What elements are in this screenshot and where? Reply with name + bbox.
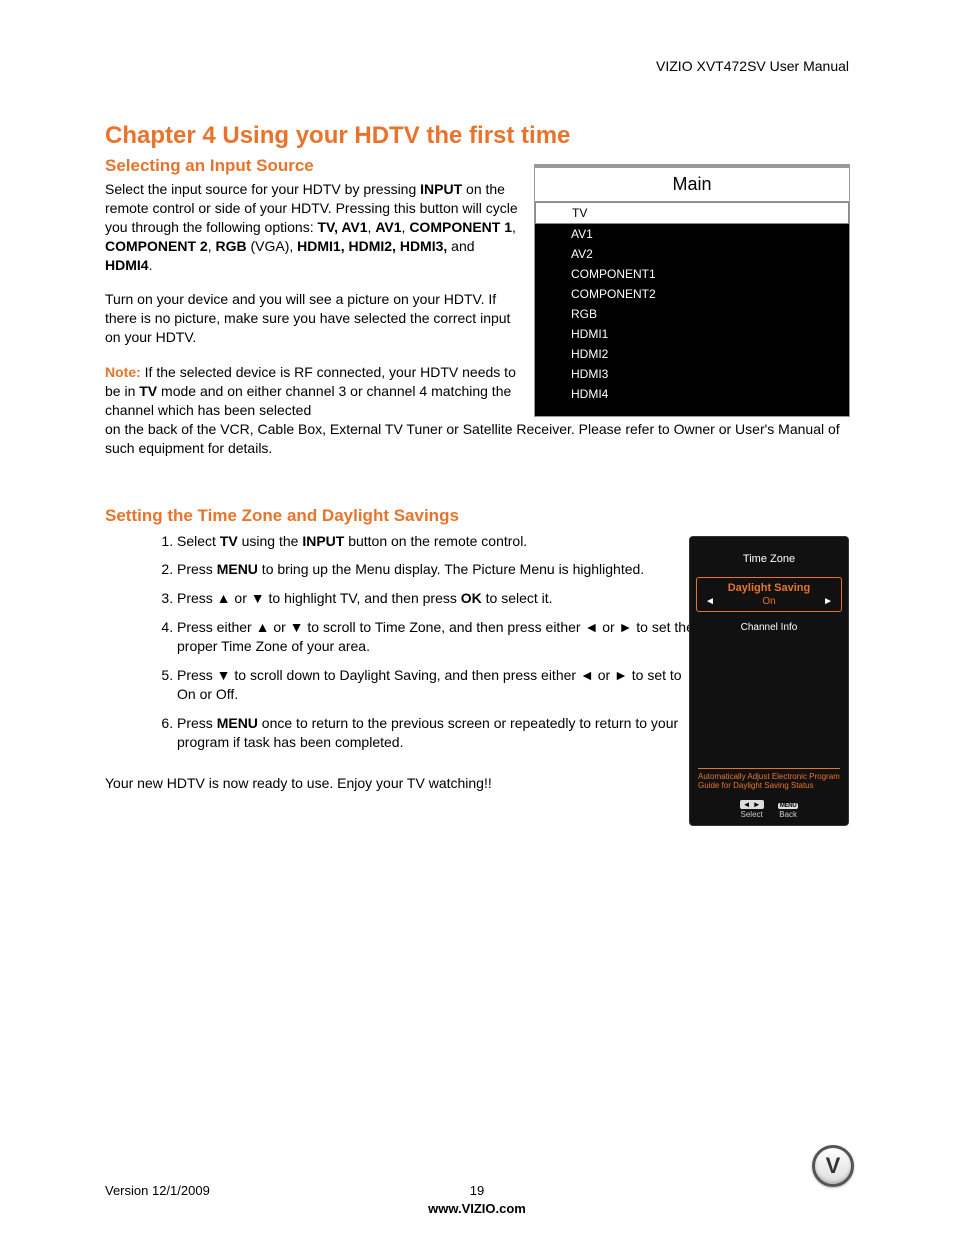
main-menu-item: HDMI1 [535, 324, 849, 344]
tz-select-hint: ◄ ► Select [740, 800, 764, 819]
footer-page: 19 [470, 1183, 484, 1198]
timezone-menu: Time Zone Daylight Saving ◄ On ► Channel… [689, 536, 849, 826]
main-menu-item: COMPONENT2 [535, 284, 849, 304]
footer-url: www.VIZIO.com [428, 1201, 526, 1216]
section1-note-start: Note: If the selected device is RF conne… [105, 363, 525, 420]
tz-help-text: Automatically Adjust Electronic Program … [698, 768, 840, 791]
main-menu-item-selected: TV [535, 202, 849, 224]
arrow-right-icon: ► [823, 596, 833, 607]
step-4: Press either ▲ or ▼ to scroll to Time Zo… [177, 618, 697, 656]
tz-title: Time Zone [690, 545, 848, 577]
arrows-icon: ◄ ► [740, 800, 764, 809]
main-menu-item: AV2 [535, 244, 849, 264]
main-menu-title: Main [535, 168, 849, 202]
section1-para2: Turn on your device and you will see a p… [105, 290, 525, 347]
menu-key-icon: MENU [778, 803, 798, 809]
footer-version: Version 12/1/2009 [105, 1183, 210, 1198]
note-label: Note: [105, 364, 141, 380]
step-6: Press MENU once to return to the previou… [177, 714, 697, 752]
tz-daylight-saving-row: Daylight Saving ◄ On ► [696, 577, 842, 612]
step-2: Press MENU to bring up the Menu display.… [177, 560, 697, 579]
section1-para1: Select the input source for your HDTV by… [105, 180, 525, 274]
arrow-left-icon: ◄ [705, 596, 715, 607]
main-input-menu: Main TV AV1 AV2 COMPONENT1 COMPONENT2 RG… [534, 164, 850, 417]
chapter-title: Chapter 4 Using your HDTV the first time [105, 122, 849, 150]
section1-note-cont: on the back of the VCR, Cable Box, Exter… [105, 420, 845, 458]
tz-sel-label: Daylight Saving [697, 582, 841, 594]
section2-title: Setting the Time Zone and Daylight Savin… [105, 506, 849, 526]
main-menu-item: HDMI4 [535, 384, 849, 404]
main-menu-item: AV1 [535, 224, 849, 244]
step-1: Select TV using the INPUT button on the … [177, 532, 697, 551]
steps-list: Select TV using the INPUT button on the … [177, 532, 697, 752]
step-5: Press ▼ to scroll down to Daylight Savin… [177, 666, 697, 704]
tz-back-hint: MENU Back [778, 800, 798, 819]
main-menu-item: HDMI3 [535, 364, 849, 384]
tz-channel-info: Channel Info [690, 614, 848, 641]
main-menu-item: HDMI2 [535, 344, 849, 364]
main-menu-item: COMPONENT1 [535, 264, 849, 284]
main-menu-item: RGB [535, 304, 849, 324]
vizio-logo-icon: V [812, 1145, 854, 1187]
tz-sel-value: On [762, 596, 775, 607]
header-product: VIZIO XVT472SV User Manual [656, 58, 849, 74]
step-3: Press ▲ or ▼ to highlight TV, and then p… [177, 589, 697, 608]
